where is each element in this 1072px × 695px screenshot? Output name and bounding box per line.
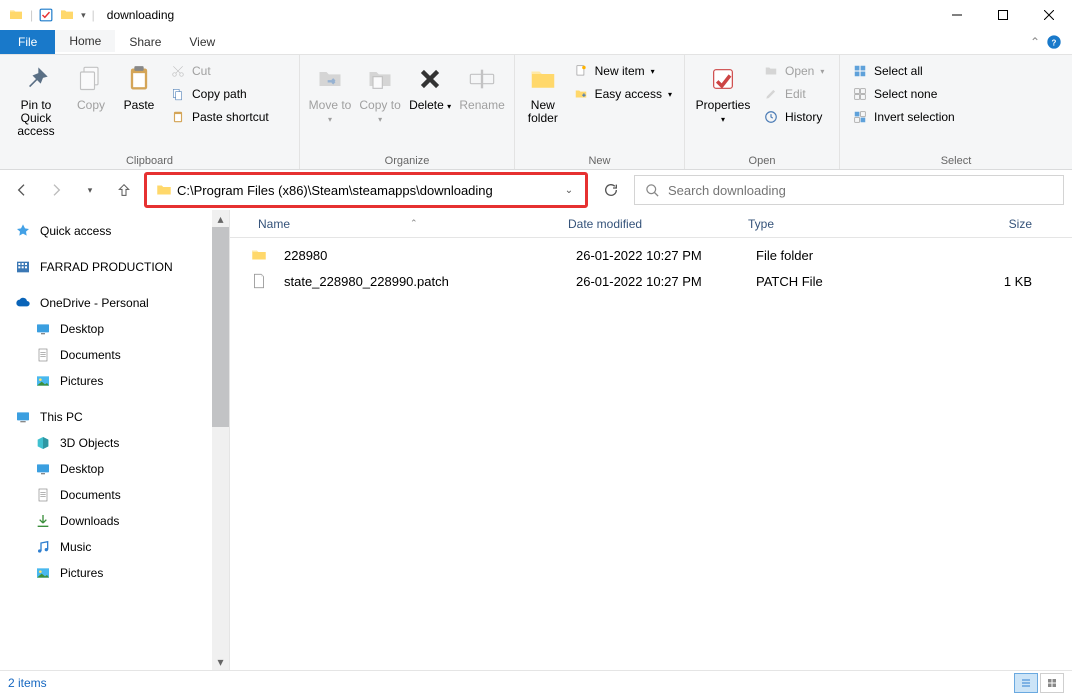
paste-shortcut-button[interactable]: Paste shortcut: [166, 107, 273, 127]
title-bar: | ▾ | downloading: [0, 0, 1072, 30]
easy-access-button[interactable]: Easy access ▾: [569, 84, 676, 104]
forward-button[interactable]: [42, 176, 70, 204]
sidebar-item-desktop[interactable]: Desktop: [8, 456, 229, 482]
group-open-label: Open: [693, 153, 831, 167]
copy-path-button[interactable]: Copy path: [166, 84, 273, 104]
navigation-bar: ▾ ⌄: [0, 170, 1072, 210]
sidebar-item-pictures[interactable]: Pictures: [8, 560, 229, 586]
sidebar-item-farrad[interactable]: FARRAD PRODUCTION: [8, 254, 229, 280]
delete-button[interactable]: Delete ▾: [408, 59, 452, 113]
table-row[interactable]: state_228980_228990.patch 26-01-2022 10:…: [230, 268, 1072, 294]
sidebar-item-od-desktop[interactable]: Desktop: [8, 316, 229, 342]
rename-button[interactable]: Rename: [458, 59, 506, 112]
table-row[interactable]: 228980 26-01-2022 10:27 PM File folder: [230, 242, 1072, 268]
close-button[interactable]: [1026, 0, 1072, 30]
item-count: 2 items: [8, 676, 47, 690]
group-select-label: Select: [848, 153, 1064, 167]
qa-divider: |: [92, 8, 95, 22]
search-icon: [645, 183, 660, 198]
scroll-down-icon[interactable]: ▾: [212, 653, 229, 670]
cut-button[interactable]: Cut: [166, 61, 273, 81]
sidebar-item-3d-objects[interactable]: 3D Objects: [8, 430, 229, 456]
tab-home[interactable]: Home: [55, 30, 115, 54]
ribbon: Pin to Quick access Copy Paste Cut Copy …: [0, 55, 1072, 170]
tab-file[interactable]: File: [0, 30, 55, 54]
column-type[interactable]: Type: [740, 217, 890, 231]
sort-icon: ⌃: [410, 218, 418, 229]
scrollbar-thumb[interactable]: [212, 227, 229, 427]
file-icon: [250, 272, 268, 290]
column-headers[interactable]: Name⌃ Date modified Type Size: [230, 210, 1072, 238]
svg-text:?: ?: [1052, 38, 1057, 47]
pin-to-quick-access-button[interactable]: Pin to Quick access: [8, 59, 64, 138]
sidebar-item-documents[interactable]: Documents: [8, 482, 229, 508]
file-list-pane: Name⌃ Date modified Type Size 228980 26-…: [230, 210, 1072, 670]
large-icons-view-button[interactable]: [1040, 673, 1064, 693]
search-box[interactable]: [634, 175, 1064, 205]
menu-bar: File Home Share View ⌃ ?: [0, 30, 1072, 55]
maximize-button[interactable]: [980, 0, 1026, 30]
minimize-button[interactable]: [934, 0, 980, 30]
sidebar-item-music[interactable]: Music: [8, 534, 229, 560]
column-size[interactable]: Size: [890, 217, 1072, 231]
qa-dropdown-icon[interactable]: ▾: [81, 10, 86, 21]
back-button[interactable]: [8, 176, 36, 204]
folder-icon: [8, 7, 24, 23]
search-input[interactable]: [668, 183, 1053, 198]
recent-locations-button[interactable]: ▾: [76, 176, 104, 204]
properties-button[interactable]: Properties ▾: [693, 59, 753, 126]
content-area: Quick access FARRAD PRODUCTION OneDrive …: [0, 210, 1072, 670]
qa-divider: |: [30, 8, 33, 22]
address-input[interactable]: [177, 183, 557, 198]
sidebar-scrollbar[interactable]: ▴ ▾: [212, 210, 229, 670]
window-title: downloading: [107, 8, 174, 22]
group-clipboard-label: Clipboard: [8, 153, 291, 167]
copy-button[interactable]: Copy: [70, 59, 112, 112]
status-bar: 2 items: [0, 670, 1072, 695]
sidebar-item-quick-access[interactable]: Quick access: [8, 218, 229, 244]
column-name[interactable]: Name⌃: [250, 217, 560, 231]
folder-icon: [250, 246, 268, 264]
details-view-button[interactable]: [1014, 673, 1038, 693]
invert-selection-button[interactable]: Invert selection: [848, 107, 959, 127]
copy-to-button[interactable]: Copy to ▾: [358, 59, 402, 126]
group-organize-label: Organize: [308, 153, 506, 167]
scroll-up-icon[interactable]: ▴: [212, 210, 229, 227]
sidebar-item-od-pictures[interactable]: Pictures: [8, 368, 229, 394]
checkbox-icon[interactable]: [39, 8, 53, 22]
select-none-button[interactable]: Select none: [848, 84, 959, 104]
history-button[interactable]: History: [759, 107, 828, 127]
help-icon[interactable]: ?: [1046, 34, 1062, 50]
folder-icon: [155, 181, 173, 199]
sidebar-item-downloads[interactable]: Downloads: [8, 508, 229, 534]
select-all-button[interactable]: Select all: [848, 61, 959, 81]
folder-icon: [59, 7, 75, 23]
tab-view[interactable]: View: [175, 30, 229, 54]
open-button[interactable]: Open ▾: [759, 61, 828, 81]
address-bar[interactable]: ⌄: [144, 172, 588, 208]
new-folder-button[interactable]: New folder: [523, 59, 563, 125]
paste-button[interactable]: Paste: [118, 59, 160, 112]
tab-share[interactable]: Share: [115, 30, 175, 54]
chevron-up-icon[interactable]: ⌃: [1030, 35, 1040, 49]
sidebar-item-onedrive[interactable]: OneDrive - Personal: [8, 290, 229, 316]
sidebar-item-this-pc[interactable]: This PC: [8, 404, 229, 430]
up-button[interactable]: [110, 176, 138, 204]
navigation-pane: Quick access FARRAD PRODUCTION OneDrive …: [0, 210, 230, 670]
new-item-button[interactable]: New item ▾: [569, 61, 676, 81]
refresh-button[interactable]: [594, 176, 628, 204]
edit-button[interactable]: Edit: [759, 84, 828, 104]
move-to-button[interactable]: Move to ▾: [308, 59, 352, 126]
group-new-label: New: [523, 153, 676, 167]
sidebar-item-od-documents[interactable]: Documents: [8, 342, 229, 368]
address-dropdown-icon[interactable]: ⌄: [557, 185, 581, 196]
column-date[interactable]: Date modified: [560, 217, 740, 231]
